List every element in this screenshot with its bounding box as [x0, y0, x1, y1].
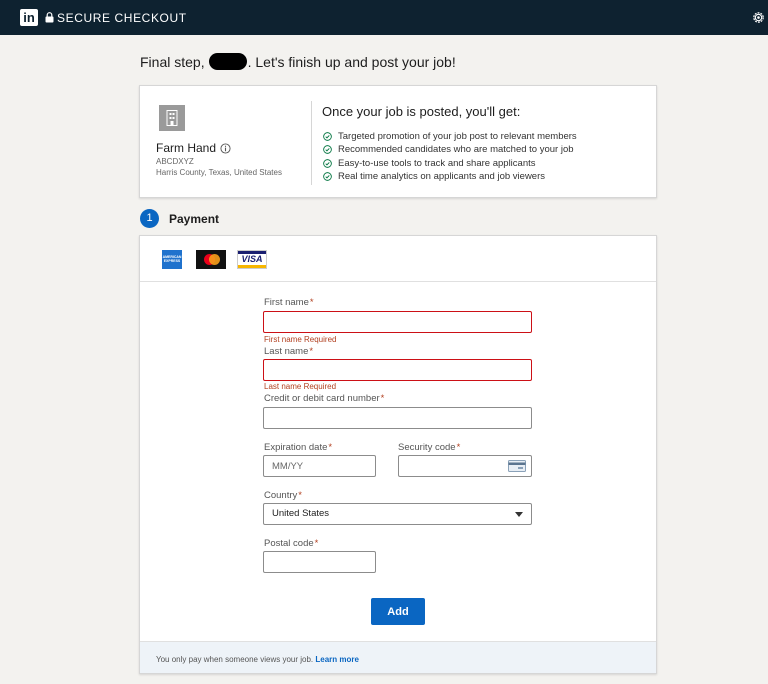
greeting-suffix: . Let's finish up and post your job! [247, 53, 456, 70]
benefit-text: Targeted promotion of your job post to r… [338, 131, 577, 143]
payment-section-title: Payment [169, 212, 220, 226]
list-item: Targeted promotion of your job post to r… [323, 130, 577, 143]
last-name-input[interactable] [263, 359, 532, 381]
secure-checkout-title: SECURE CHECKOUT [57, 11, 187, 25]
country-selected: United States [272, 508, 330, 519]
check-circle-icon [323, 158, 332, 168]
mastercard-icon [196, 250, 226, 269]
amex-card-icon: AMERICAN EXPRESS [162, 250, 182, 269]
security-code-label: Security code* [398, 442, 461, 453]
footer-text: You only pay when someone views your job… [156, 655, 314, 664]
benefits-title: Once your job is posted, you'll get: [322, 104, 521, 119]
check-circle-icon [323, 172, 332, 181]
first-name-input[interactable] [263, 311, 532, 333]
list-item: Recommended candidates who are matched t… [323, 143, 577, 156]
card-number-input[interactable] [263, 407, 532, 429]
expiration-input[interactable] [263, 455, 376, 477]
visa-label: VISA [241, 254, 263, 264]
card-number-label: Credit or debit card number* [264, 393, 385, 404]
linkedin-logo[interactable]: in [20, 9, 38, 26]
country-label: Country* [264, 490, 302, 501]
job-company: ABCDXYZ [156, 157, 194, 166]
info-icon[interactable] [220, 142, 231, 154]
benefit-text: Easy-to-use tools to track and share app… [338, 157, 536, 169]
company-logo [159, 105, 185, 131]
last-name-error: Last name Required [264, 382, 337, 391]
job-title: Farm Hand [156, 141, 231, 155]
footer-note: You only pay when someone views your job… [156, 655, 359, 664]
card-cvv-icon [508, 460, 526, 472]
lock-icon [45, 12, 54, 23]
greeting-prefix: Final step, [140, 53, 205, 70]
add-button[interactable]: Add [371, 598, 425, 625]
payment-form-card: AMERICAN EXPRESS VISA First name* First … [139, 235, 657, 674]
benefit-text: Recommended candidates who are matched t… [338, 144, 574, 156]
list-item: Real time analytics on applicants and jo… [323, 170, 577, 183]
chevron-down-icon [515, 512, 523, 517]
top-bar: in SECURE CHECKOUT [0, 0, 768, 35]
divider [311, 101, 312, 185]
postal-code-input[interactable] [263, 551, 376, 573]
postal-code-label: Postal code* [264, 538, 319, 549]
country-select[interactable]: United States [263, 503, 532, 525]
payment-footer: You only pay when someone views your job… [140, 641, 656, 673]
benefits-list: Targeted promotion of your job post to r… [323, 130, 577, 183]
visa-card-icon: VISA [237, 250, 267, 269]
job-title-text: Farm Hand [156, 141, 217, 155]
accepted-cards: AMERICAN EXPRESS VISA [140, 236, 656, 282]
step-number-badge: 1 [140, 209, 159, 228]
expiration-label: Expiration date* [264, 442, 333, 453]
list-item: Easy-to-use tools to track and share app… [323, 157, 577, 170]
learn-more-link[interactable]: Learn more [315, 655, 359, 664]
redacted-name [208, 53, 247, 70]
last-name-label: Last name* [264, 346, 314, 357]
first-name-label: First name* [264, 297, 314, 308]
benefit-text: Real time analytics on applicants and jo… [338, 171, 545, 183]
page-title: Final step, . Let's finish up and post y… [140, 53, 456, 70]
job-summary-card: Farm Hand ABCDXYZ Harris County, Texas, … [139, 85, 657, 198]
building-icon [166, 110, 178, 126]
job-location: Harris County, Texas, United States [156, 168, 282, 177]
first-name-error: First name Required [264, 335, 337, 344]
gear-icon[interactable] [751, 10, 766, 25]
check-circle-icon [323, 132, 332, 141]
check-circle-icon [323, 145, 332, 155]
